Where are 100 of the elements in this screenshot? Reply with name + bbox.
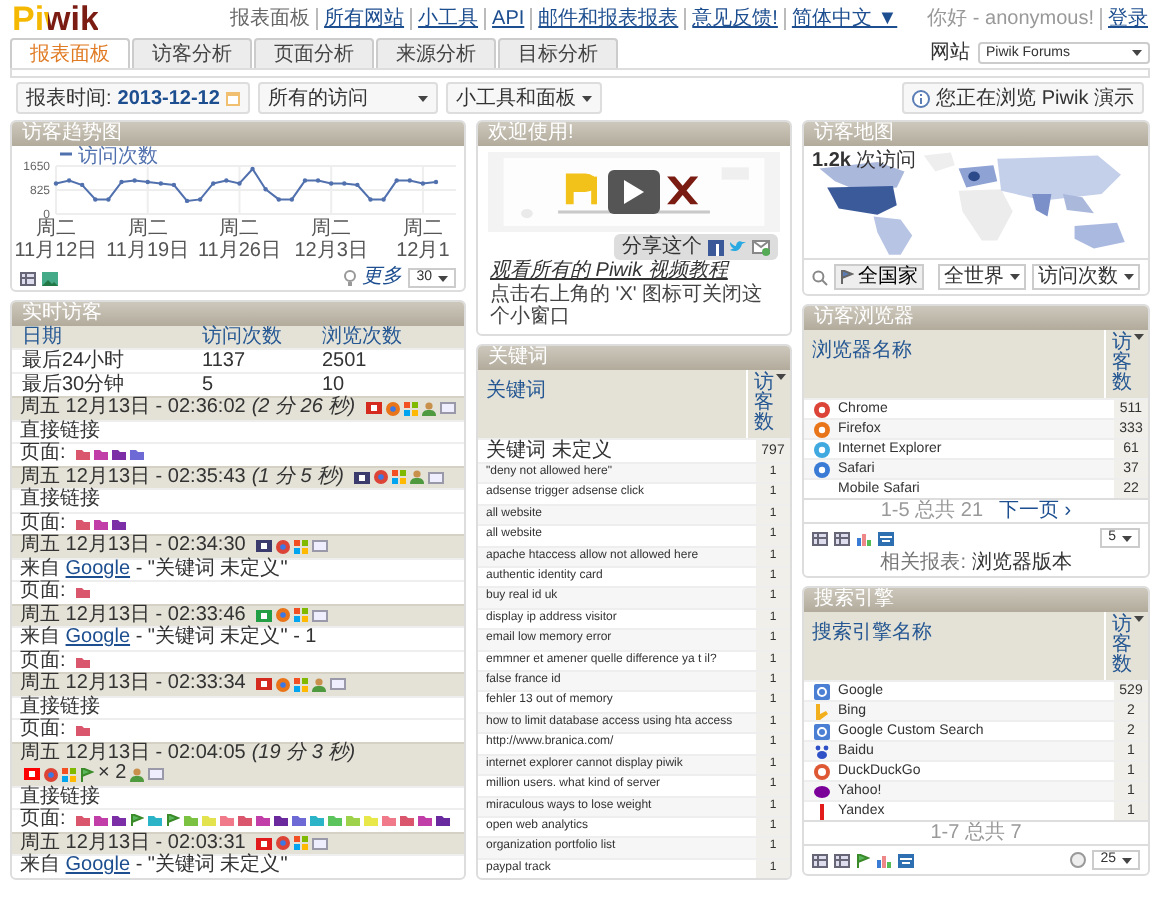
folder-icon[interactable] — [129, 448, 144, 461]
data-point[interactable] — [171, 182, 177, 188]
referrer-link[interactable]: Google — [65, 626, 131, 648]
pennant-icon[interactable] — [856, 853, 870, 867]
folder-icon[interactable] — [93, 517, 108, 530]
nav-link[interactable]: 所有网站 — [316, 8, 411, 30]
play-button[interactable] — [608, 170, 660, 214]
column-header[interactable]: 浏览次数 — [312, 326, 464, 348]
data-point[interactable] — [368, 197, 373, 202]
folder-icon[interactable] — [93, 448, 108, 461]
data-point[interactable] — [158, 181, 164, 186]
referrer-link[interactable]: Google — [65, 854, 131, 876]
column-header[interactable]: 访客数 — [1112, 334, 1132, 394]
nav-link[interactable]: 意见反馈! — [684, 8, 784, 30]
image-icon[interactable] — [42, 271, 58, 285]
data-point[interactable] — [433, 179, 439, 185]
data-point[interactable] — [237, 181, 242, 186]
tab[interactable]: 目标分析 — [498, 38, 618, 68]
bar-chart-icon[interactable] — [856, 531, 872, 545]
data-point[interactable] — [302, 178, 308, 183]
nav-link[interactable]: 简体中文 ▼ — [783, 8, 904, 30]
export-icon[interactable] — [1070, 852, 1087, 868]
social-icon[interactable] — [708, 239, 724, 255]
data-point[interactable] — [211, 181, 216, 186]
folder-icon[interactable] — [435, 814, 450, 827]
folder-icon[interactable] — [273, 814, 288, 827]
list-icon[interactable] — [834, 853, 850, 867]
data-point[interactable] — [132, 178, 137, 183]
nav-link[interactable]: API — [484, 8, 531, 30]
folder-icon[interactable] — [255, 814, 270, 827]
mail-icon[interactable] — [752, 239, 770, 255]
data-point[interactable] — [197, 197, 203, 202]
folder-icon[interactable] — [75, 586, 90, 599]
column-header[interactable]: 浏览器名称 — [804, 330, 1104, 398]
metric-select[interactable]: 访问次数 — [1032, 264, 1140, 290]
bar-chart-icon[interactable] — [876, 853, 892, 867]
countries-button[interactable]: 全国家 — [834, 264, 924, 290]
tag-cloud-icon[interactable] — [898, 853, 914, 867]
folder-icon[interactable] — [75, 724, 90, 737]
data-point[interactable] — [224, 178, 229, 183]
bulb-icon[interactable] — [344, 270, 357, 286]
data-point[interactable] — [80, 182, 85, 188]
data-point[interactable] — [394, 178, 399, 183]
data-point[interactable] — [119, 179, 124, 185]
column-header[interactable]: 日期 — [12, 326, 192, 348]
data-point[interactable] — [381, 197, 386, 202]
data-point[interactable] — [420, 181, 426, 186]
date-picker[interactable]: 报表时间: 2013-12-12 — [16, 82, 250, 114]
widgets-menu[interactable]: 小工具和面板 — [445, 82, 602, 114]
data-point[interactable] — [407, 178, 412, 183]
region-select[interactable]: 全世界 — [938, 264, 1026, 290]
search-icon[interactable] — [812, 269, 828, 285]
segment-select[interactable]: 所有的访问 — [257, 82, 438, 114]
data-point[interactable] — [106, 197, 111, 202]
list-icon[interactable] — [834, 531, 850, 545]
nav-link[interactable]: 邮件和报表报表 — [530, 8, 685, 30]
folder-icon[interactable] — [111, 448, 126, 461]
folder-icon[interactable] — [237, 814, 252, 827]
data-point[interactable] — [263, 187, 268, 192]
data-point[interactable] — [184, 198, 190, 204]
more-link[interactable]: 更多 — [362, 268, 403, 288]
data-point[interactable] — [250, 166, 255, 172]
table-icon[interactable] — [812, 853, 828, 867]
table-icon[interactable] — [812, 531, 828, 545]
referrer-link[interactable]: Google — [65, 557, 131, 579]
data-point[interactable] — [289, 197, 295, 202]
data-point[interactable] — [93, 197, 98, 202]
data-point[interactable] — [315, 178, 321, 183]
column-header[interactable]: 访客数 — [754, 374, 774, 434]
folder-icon[interactable] — [75, 517, 90, 530]
data-point[interactable] — [66, 178, 72, 183]
folder-icon[interactable] — [75, 448, 90, 461]
data-point[interactable] — [145, 179, 150, 185]
tab[interactable]: 访客分析 — [132, 38, 252, 68]
column-header[interactable]: 关键词 — [478, 370, 746, 438]
tab[interactable]: 来源分析 — [376, 38, 496, 68]
folder-icon[interactable] — [399, 814, 414, 827]
next-page-link[interactable]: 下一页 › — [999, 500, 1072, 522]
nav-link[interactable]: 小工具 — [410, 8, 485, 30]
tab[interactable]: 页面分析 — [254, 38, 374, 68]
tag-cloud-icon[interactable] — [878, 531, 894, 545]
folder-icon[interactable] — [111, 814, 126, 827]
demo-notice[interactable]: 您正在浏览 Piwik 演示 — [902, 82, 1144, 114]
folder-icon[interactable] — [291, 814, 306, 827]
folder-icon[interactable] — [75, 655, 90, 668]
data-point[interactable] — [276, 197, 281, 202]
data-point[interactable] — [328, 181, 334, 186]
login-link[interactable]: 登录 — [1100, 8, 1148, 30]
data-point[interactable] — [53, 181, 59, 186]
video-tutorials-link[interactable]: 观看所有的 Piwik 视频教程 — [478, 260, 740, 284]
folder-icon[interactable] — [417, 814, 432, 827]
column-header[interactable]: 搜索引擎名称 — [804, 612, 1104, 680]
table-icon[interactable] — [20, 271, 36, 285]
folder-icon[interactable] — [93, 814, 108, 827]
folder-icon[interactable] — [111, 517, 126, 530]
data-point[interactable] — [355, 182, 360, 188]
folder-icon[interactable] — [75, 814, 90, 827]
related-report-link[interactable]: 浏览器版本 — [971, 552, 1072, 574]
column-header[interactable]: 访客数 — [1112, 616, 1132, 676]
column-header[interactable]: 访问次数 — [192, 326, 312, 348]
